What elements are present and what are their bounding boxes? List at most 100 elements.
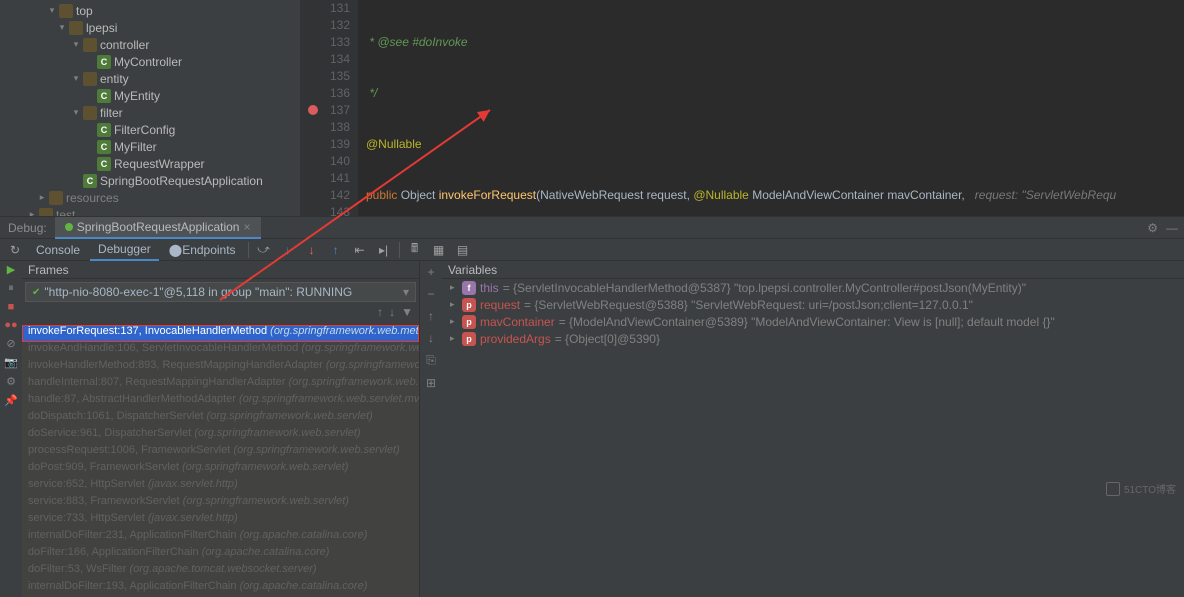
breakpoint-icon[interactable] [308,105,318,115]
project-tree[interactable]: ▾top▾lpepsi▾controllerCMyController▾enti… [0,0,300,216]
line-number[interactable]: 143 [300,204,350,221]
chevron-icon: ▸ [28,209,36,216]
stop-button[interactable]: ■ [8,301,15,313]
stack-frame[interactable]: doService:961, DispatcherServlet (org.sp… [22,427,419,444]
tree-item[interactable]: ▸resources [0,189,300,206]
debug-body: ▶ ⏸ ■ ●● ⊘ 📷 ⚙ 📌 Frames "http-nio-8080-e… [0,261,1184,597]
prev-frame-button[interactable]: ↑ [377,305,383,325]
file-icon [83,38,97,52]
tree-item[interactable]: CRequestWrapper [0,155,300,172]
var-name: this [480,281,499,295]
var-badge-icon: f [462,281,476,295]
line-number[interactable]: 138 [300,119,350,136]
stack-frame[interactable]: processRequest:1006, FrameworkServlet (o… [22,444,419,461]
stack-frame[interactable]: invokeAndHandle:106, ServletInvocableHan… [22,342,419,359]
chevron-icon: ▸ [450,299,458,310]
line-number[interactable]: 135 [300,68,350,85]
gutter: 131132133134135136137138139140141142143 [300,0,358,216]
mute-breakpoints-button[interactable]: ⊘ [6,337,15,350]
frame-list[interactable]: invokeForRequest:137, InvocableHandlerMe… [22,325,419,597]
remove-watch-button[interactable]: − [427,287,434,301]
drop-frame-button[interactable]: ⇤ [349,240,371,260]
stack-frame[interactable]: internalDoFilter:231, ApplicationFilterC… [22,529,419,546]
line-number[interactable]: 142 [300,187,350,204]
line-number[interactable]: 140 [300,153,350,170]
trace-button[interactable]: ▦ [428,240,450,260]
tree-item[interactable]: ▸test [0,206,300,216]
add-watch-button[interactable]: + [427,265,434,279]
thread-selector[interactable]: "http-nio-8080-exec-1"@5,118 in group "m… [25,282,416,302]
tree-item[interactable]: ▾controller [0,36,300,53]
down-button[interactable]: ↓ [428,331,434,345]
tree-item[interactable]: ▾lpepsi [0,19,300,36]
line-number[interactable]: 131 [300,0,350,17]
rerun-button[interactable]: ↻ [4,240,26,260]
tree-item[interactable]: CSpringBootRequestApplication [0,172,300,189]
settings-button[interactable]: ⚙ [6,375,16,388]
stack-frame[interactable]: invokeForRequest:137, InvocableHandlerMe… [22,325,419,342]
variable-row[interactable]: ▸fthis= {ServletInvocableHandlerMethod@5… [442,279,1184,296]
stack-frame[interactable]: doPost:909, FrameworkServlet (org.spring… [22,461,419,478]
var-value: = {ModelAndViewContainer@5389} "ModelAnd… [559,315,1055,329]
stack-frame[interactable]: handle:87, AbstractHandlerMethodAdapter … [22,393,419,410]
tree-item[interactable]: CMyEntity [0,87,300,104]
stack-frame[interactable]: service:883, FrameworkServlet (org.sprin… [22,495,419,512]
stack-frame[interactable]: invokeHandlerMethod:893, RequestMappingH… [22,359,419,376]
line-number[interactable]: 132 [300,17,350,34]
stack-frame[interactable]: internalDoFilter:193, ApplicationFilterC… [22,580,419,597]
line-number[interactable]: 141 [300,170,350,187]
editor[interactable]: 131132133134135136137138139140141142143 … [300,0,1184,216]
stack-frame[interactable]: service:733, HttpServlet (javax.servlet.… [22,512,419,529]
run-to-cursor-button[interactable]: ▸| [373,240,395,260]
step-over-button[interactable]: ⤻ [253,240,275,260]
endpoints-tab[interactable]: ⬤ Endpoints [161,239,244,261]
stack-frame[interactable]: handleInternal:807, RequestMappingHandle… [22,376,419,393]
pause-button[interactable]: ⏸ [8,282,14,295]
resume-button[interactable]: ▶ [7,263,15,276]
show-watches-button[interactable]: ⊞ [426,376,436,390]
console-tab[interactable]: Console [28,239,88,261]
var-value: = {Object[0]@5390} [555,332,660,346]
tree-item[interactable]: ▾filter [0,104,300,121]
debugger-tab[interactable]: Debugger [90,239,159,261]
run-config-tab[interactable]: SpringBootRequestApplication× [55,217,261,239]
thread-dump-button[interactable]: 📷 [4,356,18,369]
tree-label: SpringBootRequestApplication [100,174,263,188]
up-button[interactable]: ↑ [428,309,434,323]
next-frame-button[interactable]: ↓ [389,305,395,325]
code-area[interactable]: * @see #doInvoke */ @Nullable public Obj… [358,0,1184,216]
tree-item[interactable]: ▾top [0,2,300,19]
pin-button[interactable]: 📌 [4,394,18,407]
stack-frame[interactable]: doDispatch:1061, DispatcherServlet (org.… [22,410,419,427]
tree-item[interactable]: ▾entity [0,70,300,87]
stack-frame[interactable]: doFilter:53, WsFilter (org.apache.tomcat… [22,563,419,580]
stack-frame[interactable]: doFilter:166, ApplicationFilterChain (or… [22,546,419,563]
line-number[interactable]: 136 [300,85,350,102]
panel-settings[interactable]: ⚙— [1147,221,1178,235]
variable-row[interactable]: ▸prequest= {ServletWebRequest@5388} "Ser… [442,296,1184,313]
stack-frame[interactable]: service:652, HttpServlet (javax.servlet.… [22,478,419,495]
tree-label: FilterConfig [114,123,175,137]
tree-item[interactable]: CMyController [0,53,300,70]
gear-icon[interactable]: ⚙ [1147,221,1158,235]
tree-item[interactable]: CFilterConfig [0,121,300,138]
minimize-icon[interactable]: — [1166,221,1178,235]
more-button[interactable]: ▤ [452,240,474,260]
debug-side-toolbar: ▶ ⏸ ■ ●● ⊘ 📷 ⚙ 📌 [0,261,22,597]
tree-label: MyController [114,55,182,69]
line-number[interactable]: 133 [300,34,350,51]
tree-item[interactable]: CMyFilter [0,138,300,155]
line-number[interactable]: 134 [300,51,350,68]
variable-row[interactable]: ▸pmavContainer= {ModelAndViewContainer@5… [442,313,1184,330]
view-breakpoints-button[interactable]: ●● [4,319,17,331]
force-step-into-button[interactable]: ↓ [301,240,323,260]
evaluate-button[interactable]: 🖩 [404,240,426,260]
variable-row[interactable]: ▸pprovidedArgs= {Object[0]@5390} [442,330,1184,347]
line-number[interactable]: 139 [300,136,350,153]
filter-frames-button[interactable]: ▼ [401,305,413,325]
close-icon[interactable]: × [243,220,250,234]
copy-button[interactable]: ⎘ [426,353,436,368]
tree-label: RequestWrapper [114,157,205,171]
step-into-button[interactable]: ↓ [277,240,299,260]
step-out-button[interactable]: ↑ [325,240,347,260]
